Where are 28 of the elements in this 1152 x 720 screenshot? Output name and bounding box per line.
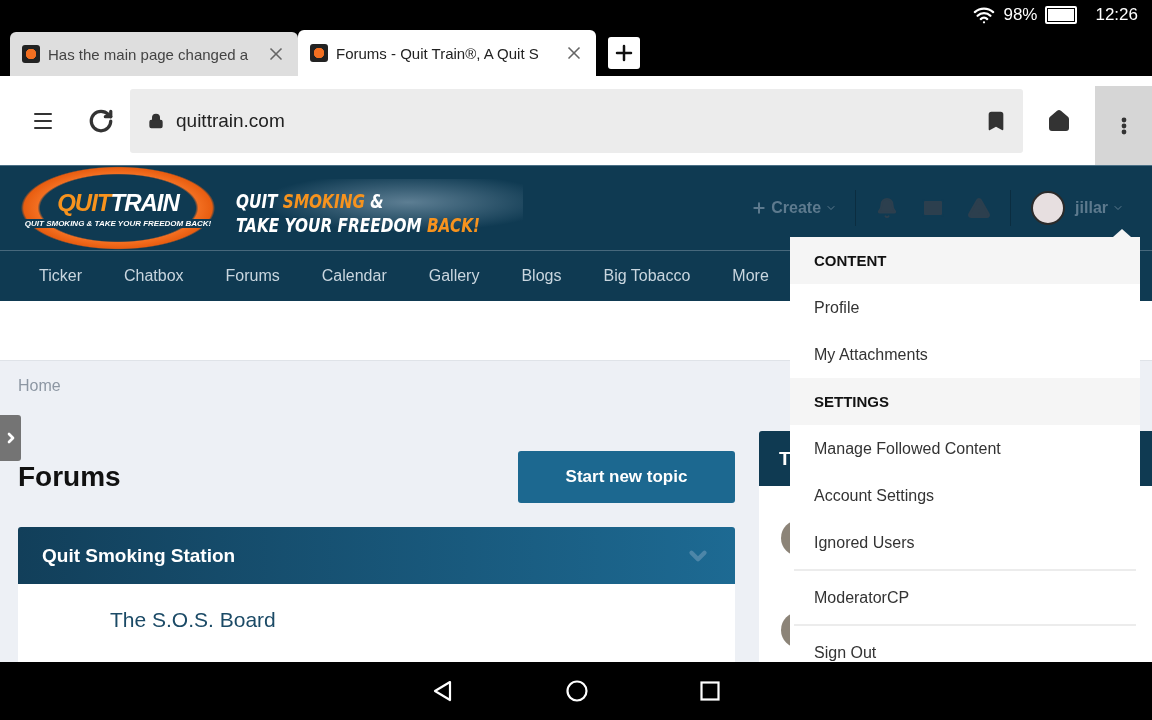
nav-link[interactable]: Big Tobacco [582, 267, 712, 285]
nav-link[interactable]: More [711, 267, 790, 285]
address-bar[interactable]: quittrain.com [130, 88, 1023, 153]
menu-item[interactable]: Profile [790, 284, 1140, 331]
nav-link[interactable]: Calendar [300, 267, 408, 285]
page-title: Forums [18, 461, 121, 493]
menu-item[interactable]: Sign Out [790, 629, 1140, 662]
nav-link[interactable]: Forums [204, 267, 301, 285]
menu-item[interactable]: Account Settings [790, 472, 1140, 519]
panel-title: T [779, 447, 791, 470]
forum-link[interactable]: The S.O.S. Board [110, 608, 276, 631]
menu-item[interactable]: Ignored Users [790, 519, 1140, 566]
menu-item[interactable]: ModeratorCP [790, 574, 1140, 621]
menu-section-header: SETTINGS [790, 378, 1140, 425]
category-title: Quit Smoking Station [42, 544, 236, 567]
start-topic-button[interactable]: Start new topic [518, 451, 735, 503]
nav-link[interactable]: Blogs [500, 267, 583, 285]
battery-percent: 98% [1003, 5, 1038, 25]
site-logo[interactable]: QUITTRAIN QUIT SMOKING & TAKE YOUR FREEDOM BACK! [20, 166, 216, 250]
menu-section-header: CONTENT [790, 237, 1140, 284]
nav-link[interactable]: Ticker [18, 267, 103, 285]
browser-tab[interactable]: Forums - Quit Train®, A Quit S [298, 30, 596, 76]
nav-link[interactable]: Chatbox [102, 267, 205, 285]
menu-item[interactable]: Manage Followed Content [790, 425, 1140, 472]
clock: 12:26 [1095, 5, 1138, 25]
browser-tab[interactable]: Has the main page changed a [10, 32, 298, 76]
menu-item[interactable]: My Attachments [790, 331, 1140, 378]
nav-link[interactable]: Gallery [407, 267, 501, 285]
